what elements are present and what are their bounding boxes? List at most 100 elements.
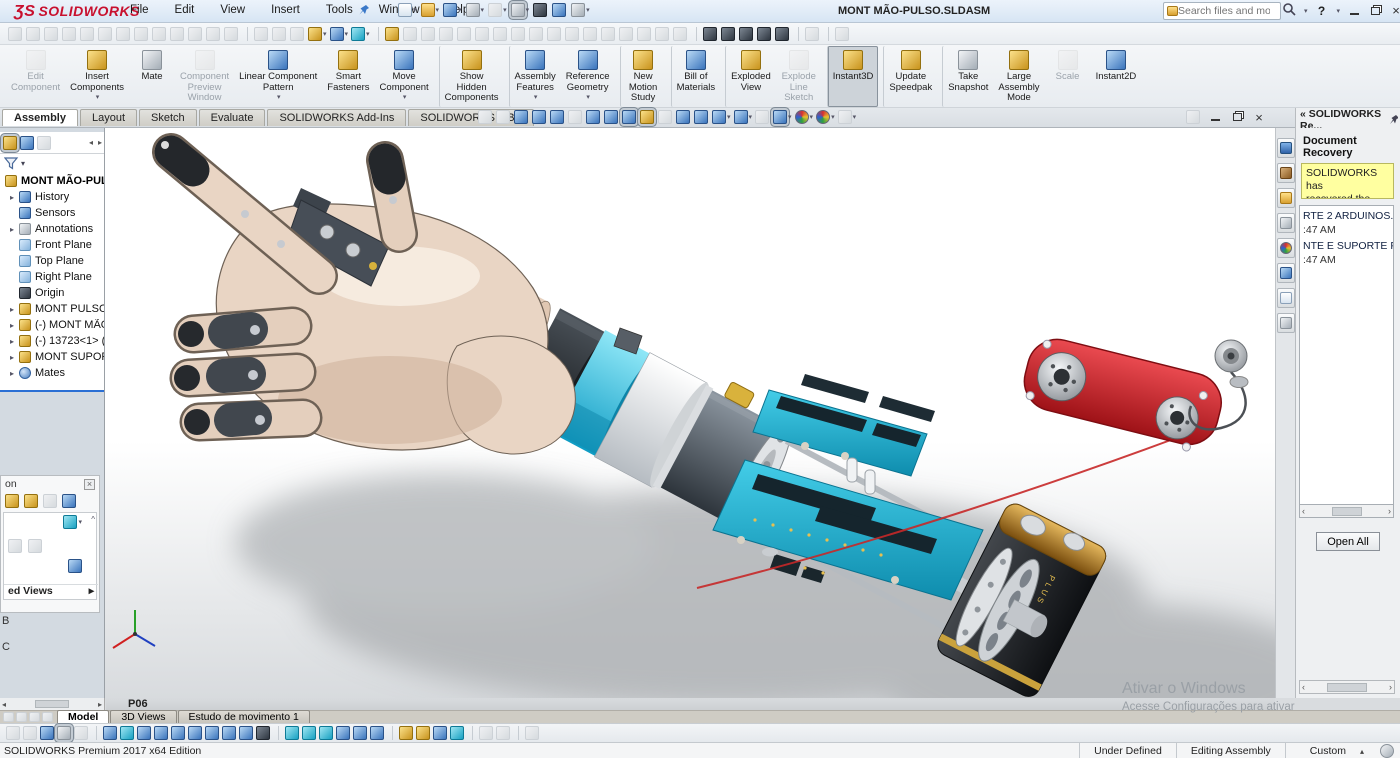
toolbar-icon[interactable] [188, 27, 203, 41]
sketch-tool-icon[interactable] [518, 726, 539, 740]
toolbar-icon[interactable] [583, 27, 598, 41]
toolbar-icon[interactable] [152, 27, 167, 41]
show-hidden-components-button[interactable]: Show Hidden Components [439, 46, 504, 107]
arc-icon[interactable] [188, 726, 202, 740]
repair-sketch-icon[interactable] [416, 726, 430, 740]
configurationmanager-tab-icon[interactable] [37, 136, 51, 150]
tree-root[interactable]: MONT MÃO-PULSO ( [0, 172, 104, 189]
tree-item-top-plane[interactable]: Top Plane [0, 253, 104, 269]
expander-icon[interactable] [10, 353, 19, 362]
polygon-icon[interactable] [205, 726, 219, 740]
sketch-tool-icon[interactable] [74, 726, 88, 740]
tab-layout[interactable]: Layout [80, 109, 137, 126]
tree-tab-scroll-right-icon[interactable]: ▸ [98, 138, 104, 147]
toolbar-icon[interactable] [44, 27, 59, 41]
model-items-icon[interactable] [739, 27, 754, 41]
insert-components-button[interactable]: Insert Components [65, 46, 129, 107]
balloon-icon[interactable] [721, 27, 736, 41]
spline-icon[interactable] [351, 27, 370, 41]
expander-icon[interactable] [10, 369, 19, 378]
linear-component-pattern-button[interactable]: Linear Component Pattern [234, 46, 322, 107]
expander-icon[interactable] [10, 337, 19, 346]
toolbar-icon[interactable] [673, 27, 688, 41]
search-options-caret-icon[interactable] [1304, 7, 1308, 15]
toolbar-icon[interactable] [457, 27, 472, 41]
toolbar-icon[interactable] [272, 27, 287, 41]
format-painter-icon[interactable] [757, 27, 772, 41]
scrollbar-thumb[interactable] [35, 700, 69, 708]
view-cube-icon[interactable] [308, 27, 327, 41]
toolbar-icon[interactable] [224, 27, 239, 41]
toolbar-icon[interactable] [134, 27, 149, 41]
dimetric-view-icon[interactable] [28, 539, 42, 553]
expander-icon[interactable] [10, 305, 19, 314]
pin-view-icon[interactable] [62, 494, 76, 508]
recovered-file-item[interactable]: NTE E SUPORTE PARA :47 AM [1303, 240, 1393, 266]
task-pane-pin-icon[interactable] [1389, 114, 1398, 125]
select-icon[interactable] [511, 3, 530, 17]
tree-hscrollbar[interactable]: ◂▸ [0, 698, 105, 710]
open-icon[interactable] [421, 3, 440, 17]
tab-solidworks-add-ins[interactable]: SOLIDWORKS Add-Ins [267, 109, 406, 126]
rectangle-icon[interactable] [154, 726, 168, 740]
menu-item[interactable]: Edit [173, 4, 197, 16]
magnify-icon[interactable] [550, 110, 565, 124]
sketch-tool-icon[interactable] [23, 726, 37, 740]
new-motion-study-button[interactable]: New Motion Study [620, 46, 666, 107]
scroll-up-icon[interactable]: ^ [91, 515, 95, 524]
tree-tab-scroll-left-icon[interactable]: ◂ [89, 138, 95, 147]
search-box[interactable] [1163, 2, 1281, 20]
task-pane-header[interactable]: « SOLIDWORKS Re... [1295, 108, 1400, 128]
filter-caret-icon[interactable]: ▾ [21, 159, 25, 168]
linear-sketch-pattern-icon[interactable] [353, 726, 367, 740]
tree-item-mont-mao[interactable]: (-) MONT MÃO 3 [0, 317, 104, 333]
note-icon[interactable] [696, 27, 718, 41]
bill-of-materials-button[interactable]: Bill of Materials [671, 46, 721, 107]
toolbar-icon[interactable] [601, 27, 616, 41]
menu-item[interactable]: Tools [324, 4, 355, 16]
recovery-list-scrollbar[interactable]: ‹› [1299, 505, 1394, 518]
smart-dimension-icon[interactable] [40, 726, 54, 740]
menu-item[interactable]: Insert [269, 4, 302, 16]
tree-item-history[interactable]: History [0, 189, 104, 205]
circle-icon[interactable] [171, 726, 185, 740]
menu-item[interactable]: View [218, 4, 247, 16]
design-library-icon[interactable] [1277, 163, 1295, 183]
spline-tool-icon[interactable] [222, 726, 236, 740]
recovered-file-item[interactable]: RTE 2 ARDUINOS.sldas :47 AM [1303, 210, 1393, 236]
tree-splitter[interactable] [0, 390, 104, 392]
next-sheet-icon[interactable] [29, 712, 40, 722]
options-icon[interactable] [571, 3, 590, 17]
scrollbar-thumb[interactable] [1332, 507, 1362, 516]
point-icon[interactable] [239, 726, 253, 740]
toolbar-icon[interactable] [206, 27, 221, 41]
sketch-tool-icon[interactable] [496, 726, 510, 740]
viewport-box-icon[interactable] [43, 494, 57, 508]
custom-properties-icon[interactable] [1277, 263, 1295, 283]
tree-item-mates[interactable]: Mates [0, 365, 104, 381]
file-explorer-icon[interactable] [1277, 188, 1295, 208]
text-icon[interactable] [256, 726, 270, 740]
tree-item-front-plane[interactable]: Front Plane [0, 237, 104, 253]
hide-show-items-icon[interactable] [712, 110, 731, 124]
performance-evaluation-icon[interactable] [533, 3, 548, 17]
print-icon[interactable] [466, 3, 485, 17]
restore-icon[interactable] [1368, 4, 1382, 18]
previous-view-icon[interactable] [604, 110, 619, 124]
expander-icon[interactable] [10, 193, 19, 202]
line-icon[interactable] [137, 726, 151, 740]
mate-tool-icon[interactable] [5, 494, 19, 508]
lightning-icon[interactable] [378, 27, 400, 41]
quick-snaps-icon[interactable] [433, 726, 447, 740]
appearances-icon[interactable] [1277, 238, 1295, 258]
apply-scene-icon[interactable] [816, 110, 835, 124]
toolbar-icon[interactable] [547, 27, 562, 41]
help-icon[interactable]: ? [1315, 4, 1329, 18]
home-icon[interactable] [1277, 138, 1295, 158]
doc-close-icon[interactable]: × [1252, 110, 1266, 124]
toolbar-icon[interactable] [619, 27, 634, 41]
toolbar-icon[interactable] [170, 27, 185, 41]
component-preview-window-button[interactable]: Component Preview Window [175, 46, 234, 107]
new-document-icon[interactable] [398, 3, 417, 17]
view-cube-dropdown-icon[interactable] [63, 515, 82, 529]
